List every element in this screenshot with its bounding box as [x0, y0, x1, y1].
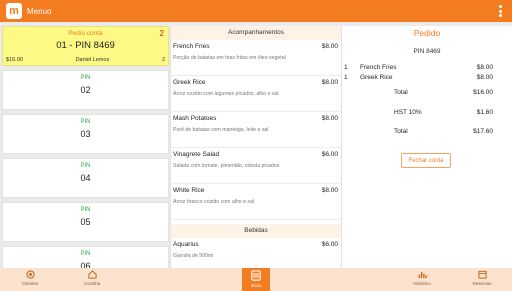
app-title: Menuo	[27, 6, 52, 16]
subtotal-label: Total	[394, 89, 408, 96]
product-description: Arroz branco cozido com alho e sal	[173, 199, 255, 205]
tables-list: Pediu conta 2 01 - PIN 8469 $16.00 Danie…	[0, 26, 170, 268]
product-name: White Rice	[173, 187, 205, 194]
table-card-02[interactable]: PIN 02	[2, 70, 169, 110]
table-title: 01 - PIN 8469	[56, 40, 115, 51]
order-item-price: $8.00	[476, 64, 493, 71]
product-price: $8.00	[321, 79, 338, 86]
product-price: $6.00	[321, 151, 338, 158]
nav-start[interactable]: Início	[242, 268, 270, 291]
order-title: Pedido	[413, 28, 441, 38]
overflow-menu-icon[interactable]	[499, 5, 502, 17]
nav-label: Histórico	[413, 281, 431, 286]
nav-reservations[interactable]: Reservas	[466, 268, 498, 291]
tax-label: HST 10%	[394, 109, 422, 116]
product-price: $8.00	[321, 187, 338, 194]
table-waiter: Daniel Lemos	[75, 57, 110, 63]
table-card-03[interactable]: PIN 03	[2, 114, 169, 154]
table-status: Pediu conta	[68, 30, 103, 37]
clients-icon	[25, 270, 35, 279]
order-pin: PIN 8469	[413, 48, 441, 55]
pin-label: PIN	[80, 163, 91, 169]
pin-label: PIN	[80, 251, 91, 257]
pin-label: PIN	[80, 75, 91, 81]
table-number: 04	[80, 173, 91, 183]
grand-total-label: Total	[394, 128, 408, 135]
product-price: $6.00	[321, 241, 338, 248]
order-item-qty: 1	[344, 64, 348, 71]
nav-label: Clientes	[21, 281, 39, 286]
subtotal-value: $16.00	[473, 89, 493, 96]
table-number: 05	[80, 217, 91, 227]
table-number: 03	[80, 129, 91, 139]
product-description: Arroz cozido com legumes picados, alho e…	[173, 91, 279, 97]
close-bill-button[interactable]: Fechar conta	[401, 153, 451, 168]
order-item-price: $8.00	[476, 74, 493, 81]
product-name: Greek Rice	[173, 79, 206, 86]
pin-label: PIN	[80, 119, 91, 125]
table-card-05[interactable]: PIN 05	[2, 202, 169, 242]
product-price: $8.00	[321, 43, 338, 50]
table-number: 06	[80, 261, 91, 268]
grand-total-value: $17.60	[473, 128, 493, 135]
product-name: French Fries	[173, 43, 210, 50]
nav-label: Reservas	[472, 281, 492, 286]
nav-kitchen[interactable]: Cozinha	[76, 268, 108, 291]
product-name: Vinagrete Salad	[173, 151, 220, 158]
product-description: Salada com tomate, pimentão, cebola pica…	[173, 163, 280, 169]
product-item[interactable]: White Rice $8.00 Arroz branco cozido com…	[171, 184, 341, 220]
product-item[interactable]: Aquarius $6.00 Garrafa de 500ml	[171, 238, 341, 268]
menu-book-icon	[251, 270, 261, 281]
table-amount: $16.00	[6, 57, 23, 63]
menuo-logo: m	[6, 3, 22, 19]
table-card-04[interactable]: PIN 04	[2, 158, 169, 198]
section-header-drinks: Bebidas	[171, 224, 341, 238]
pin-label: PIN	[80, 207, 91, 213]
calendar-icon	[477, 270, 487, 279]
table-card-01[interactable]: Pediu conta 2 01 - PIN 8469 $16.00 Danie…	[2, 26, 169, 66]
order-item-qty: 1	[344, 74, 348, 81]
home-icon	[87, 270, 97, 279]
product-description: Garrafa de 500ml	[173, 253, 214, 259]
product-item[interactable]: Greek Rice $8.00 Arroz cozido com legume…	[171, 76, 341, 112]
product-item[interactable]: Mash Potatoes $8.00 Purê de batatas com …	[171, 112, 341, 148]
app-header: m Menuo	[0, 0, 512, 22]
table-number: 02	[80, 85, 91, 95]
order-item-name: Greek Rice	[360, 74, 393, 81]
table-card-06[interactable]: PIN 06	[2, 246, 169, 268]
menu-panel: Acompanhamentos French Fries $8.00 Porçã…	[170, 26, 342, 268]
bottom-navigation: Clientes Cozinha Início Histórico Reserv…	[0, 268, 512, 291]
tax-value: $1.60	[476, 109, 493, 116]
nav-history[interactable]: Histórico	[406, 268, 438, 291]
table-item-count-badge: 2	[159, 29, 164, 38]
order-panel: Pedido PIN 8469 1 French Fries $8.00 1 G…	[342, 26, 512, 268]
nav-clients[interactable]: Clientes	[14, 268, 46, 291]
table-items: 2	[161, 57, 165, 63]
nav-label: Início	[250, 283, 262, 288]
product-item[interactable]: French Fries $8.00 Porção de batatas em …	[171, 40, 341, 76]
product-item[interactable]: Vinagrete Salad $6.00 Salada com tomate,…	[171, 148, 341, 184]
product-name: Mash Potatoes	[173, 115, 217, 122]
product-description: Purê de batatas com manteiga, leite e sa…	[173, 127, 269, 133]
product-name: Aquarius	[173, 241, 199, 248]
nav-label: Cozinha	[83, 281, 101, 286]
product-price: $8.00	[321, 115, 338, 122]
section-header-sides: Acompanhamentos	[171, 26, 341, 40]
bar-chart-icon	[418, 271, 427, 279]
product-description: Porção de batatas em tiras fritas em óle…	[173, 55, 286, 61]
order-item-name: French Fries	[360, 64, 397, 71]
